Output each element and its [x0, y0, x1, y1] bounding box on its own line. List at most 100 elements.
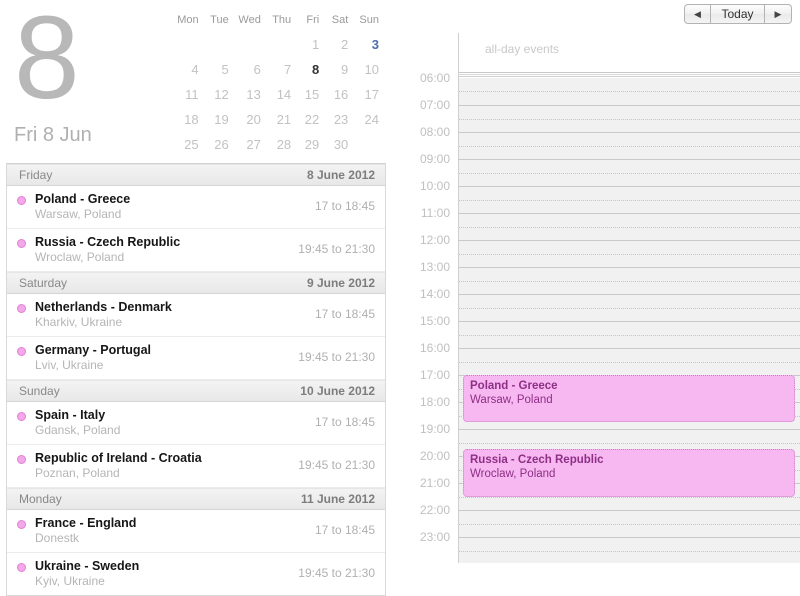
mini-calendar-day[interactable]: 28 — [264, 132, 294, 157]
mini-calendar-day[interactable]: 4 — [170, 57, 202, 82]
hour-slot[interactable] — [459, 537, 800, 563]
calendar-event-block[interactable]: Russia - Czech Republic Wroclaw, Poland — [463, 449, 795, 497]
hour-slot[interactable] — [459, 240, 800, 267]
mini-calendar-day[interactable]: 1 — [294, 32, 322, 57]
mini-calendar-day[interactable]: 21 — [264, 107, 294, 132]
hour-slot[interactable] — [459, 132, 800, 159]
event-list-item[interactable]: Republic of Ireland - Croatia Poznan, Pol… — [7, 445, 385, 488]
event-item-body: Russia - Czech Republic Wroclaw, Poland — [35, 235, 290, 265]
mini-calendar-day[interactable]: 12 — [202, 82, 232, 107]
mini-calendar-day[interactable]: 26 — [202, 132, 232, 157]
hour-slot[interactable] — [459, 213, 800, 240]
mini-calendar[interactable]: Mon Tue Wed Thu Fri Sat Sun 1 2 3 4 5 6 7 8 9 10 1… — [170, 14, 382, 157]
event-list-item[interactable]: Germany - Portugal Lviv, Ukraine 19:45 to … — [7, 337, 385, 380]
mini-calendar-day[interactable]: 15 — [294, 82, 322, 107]
hour-slot[interactable] — [459, 267, 800, 294]
mini-calendar-day[interactable]: 13 — [232, 82, 264, 107]
hour-label: 07:00 — [419, 97, 450, 112]
event-item-body: Poland - Greece Warsaw, Poland — [35, 192, 307, 222]
mini-calendar-day[interactable]: 16 — [322, 82, 351, 107]
mini-calendar-day[interactable]: 18 — [170, 107, 202, 132]
mini-calendar-day-today[interactable]: 8 — [294, 57, 322, 82]
mini-calendar-day[interactable]: 24 — [351, 107, 382, 132]
event-list-item[interactable]: Russia - Czech Republic Wroclaw, Poland 19… — [7, 229, 385, 272]
all-day-placeholder: all-day events — [485, 42, 560, 56]
mini-calendar-day[interactable]: 9 — [322, 57, 351, 82]
mini-calendar-day[interactable]: 27 — [232, 132, 264, 157]
event-item-body: Netherlands - Denmark Kharkiv, Ukraine — [35, 300, 307, 330]
hour-slot[interactable] — [459, 159, 800, 186]
mini-calendar-day[interactable]: 6 — [232, 57, 264, 82]
event-item-location: Donestk — [35, 531, 80, 545]
event-item-title: Netherlands - Denmark — [35, 300, 172, 314]
day-header-name: Sunday — [19, 384, 60, 398]
day-header-name: Friday — [19, 168, 53, 182]
mini-calendar-day[interactable]: 20 — [232, 107, 264, 132]
day-header-name: Monday — [19, 492, 62, 506]
hour-grid[interactable]: Poland - Greece Warsaw, Poland Russia - Cz… — [459, 78, 800, 563]
event-color-dot-icon — [17, 239, 26, 248]
day-view-grid[interactable]: all-day events Poland - Greece Warsaw, Po… — [458, 33, 800, 563]
hour-label: 23:00 — [419, 529, 450, 544]
hour-slot[interactable] — [459, 321, 800, 348]
all-day-events-area[interactable]: all-day events — [459, 33, 800, 73]
hour-label: 21:00 — [419, 475, 450, 490]
all-day-divider — [459, 74, 800, 77]
mini-calendar-day[interactable]: 10 — [351, 57, 382, 82]
event-color-dot-icon — [17, 412, 26, 421]
hour-slot[interactable] — [459, 186, 800, 213]
event-item-body: Ukraine - Sweden Kyiv, Ukraine — [35, 559, 290, 589]
date-label: Fri 8 Jun — [14, 124, 92, 146]
mini-calendar-day[interactable]: 29 — [294, 132, 322, 157]
hour-slot[interactable] — [459, 294, 800, 321]
hour-slot[interactable] — [459, 348, 800, 375]
event-list-day-header: Monday 11 June 2012 — [7, 488, 385, 510]
mini-calendar-day[interactable]: 11 — [170, 82, 202, 107]
event-item-time: 17 to 18:45 — [314, 523, 375, 537]
calendar-event-location: Warsaw, Poland — [470, 394, 553, 406]
mini-calendar-day[interactable]: 19 — [202, 107, 232, 132]
day-header-date: 11 June 2012 — [300, 492, 375, 506]
hour-label: 17:00 — [419, 367, 450, 382]
mini-calendar-day[interactable]: 7 — [264, 57, 294, 82]
hour-slot[interactable] — [459, 78, 800, 105]
day-header-date: 8 June 2012 — [306, 168, 375, 182]
event-list-item[interactable]: Netherlands - Denmark Kharkiv, Ukraine 17 … — [7, 294, 385, 337]
hour-label: 22:00 — [419, 502, 450, 517]
mini-calendar-day[interactable]: 25 — [170, 132, 202, 157]
event-item-body: France - England Donestk — [35, 516, 307, 546]
event-item-location: Kyiv, Ukraine — [35, 574, 105, 588]
event-list-item[interactable]: Poland - Greece Warsaw, Poland 17 to 18:45 — [7, 186, 385, 229]
event-color-dot-icon — [17, 455, 26, 464]
event-list-item[interactable]: Spain - Italy Gdansk, Poland 17 to 18:45 — [7, 402, 385, 445]
event-item-title: France - England — [35, 516, 137, 530]
event-item-time: 19:45 to 21:30 — [298, 350, 375, 364]
mini-calendar-day-accent[interactable]: 3 — [351, 32, 382, 57]
hour-slot[interactable] — [459, 105, 800, 132]
hour-label: 15:00 — [419, 313, 450, 328]
mini-calendar-day[interactable]: 30 — [322, 132, 351, 157]
calendar-event-block[interactable]: Poland - Greece Warsaw, Poland — [463, 375, 795, 423]
event-color-dot-icon — [17, 563, 26, 572]
mini-calendar-day[interactable]: 2 — [322, 32, 351, 57]
mini-calendar-day[interactable]: 14 — [264, 82, 294, 107]
mini-calendar-day[interactable]: 23 — [322, 107, 351, 132]
weekday-header: Tue — [210, 14, 229, 26]
mini-calendar-day[interactable]: 5 — [202, 57, 232, 82]
event-color-dot-icon — [17, 520, 26, 529]
next-day-button[interactable]: ▶ — [765, 4, 792, 24]
mini-calendar-day[interactable]: 22 — [294, 107, 322, 132]
weekday-header: Sat — [331, 14, 349, 26]
hour-label: 12:00 — [419, 232, 450, 247]
previous-day-button[interactable]: ◀ — [684, 4, 711, 24]
today-button[interactable]: Today — [711, 4, 765, 24]
event-color-dot-icon — [17, 347, 26, 356]
weekday-header: Sun — [359, 14, 379, 26]
event-item-time: 17 to 18:45 — [314, 415, 375, 429]
day-header-date: 10 June 2012 — [300, 384, 375, 398]
mini-calendar-day[interactable]: 17 — [351, 82, 382, 107]
hour-slot[interactable] — [459, 510, 800, 537]
event-list-item[interactable]: France - England Donestk 17 to 18:45 — [7, 510, 385, 553]
hour-label: 11:00 — [420, 205, 450, 220]
event-list-item[interactable]: Ukraine - Sweden Kyiv, Ukraine 19:45 to 21… — [7, 553, 385, 595]
